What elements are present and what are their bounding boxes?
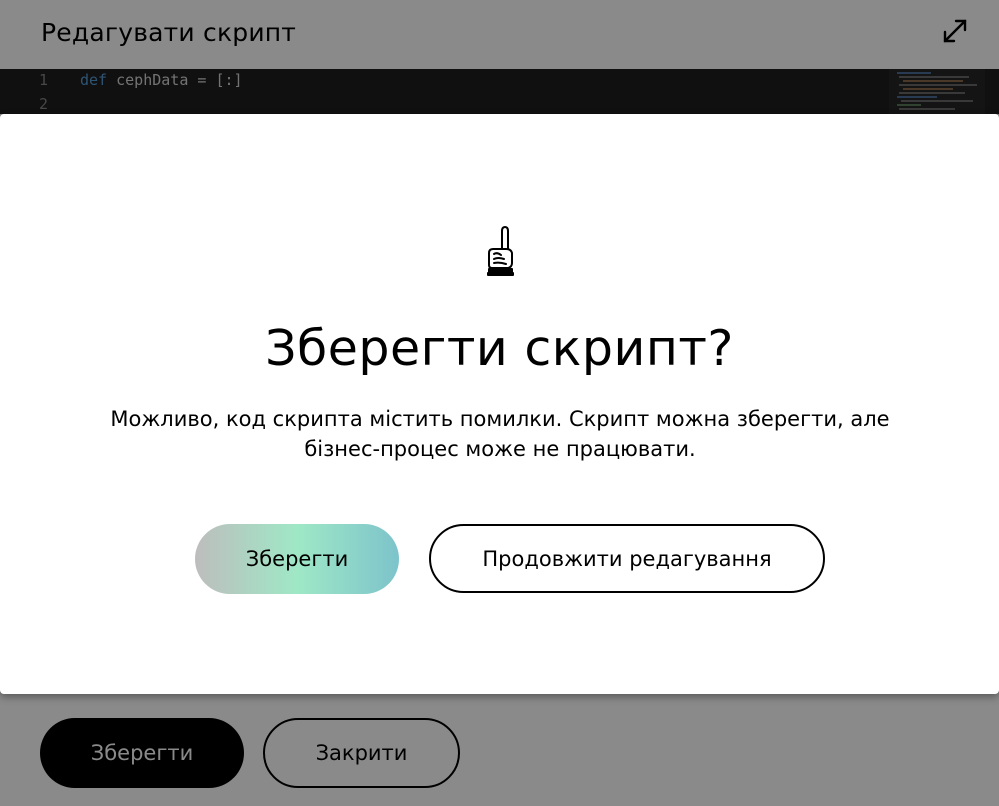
continue-editing-button[interactable]: Продовжити редагування (429, 524, 825, 593)
save-confirmation-modal: Зберегти скрипт? Можливо, код скрипта мі… (0, 114, 999, 694)
modal-title: Зберегти скрипт? (265, 320, 734, 377)
modal-message: Можливо, код скрипта містить помилки. Ск… (110, 407, 890, 461)
confirm-save-button[interactable]: Зберегти (195, 524, 399, 594)
pointing-finger-icon (478, 225, 522, 279)
